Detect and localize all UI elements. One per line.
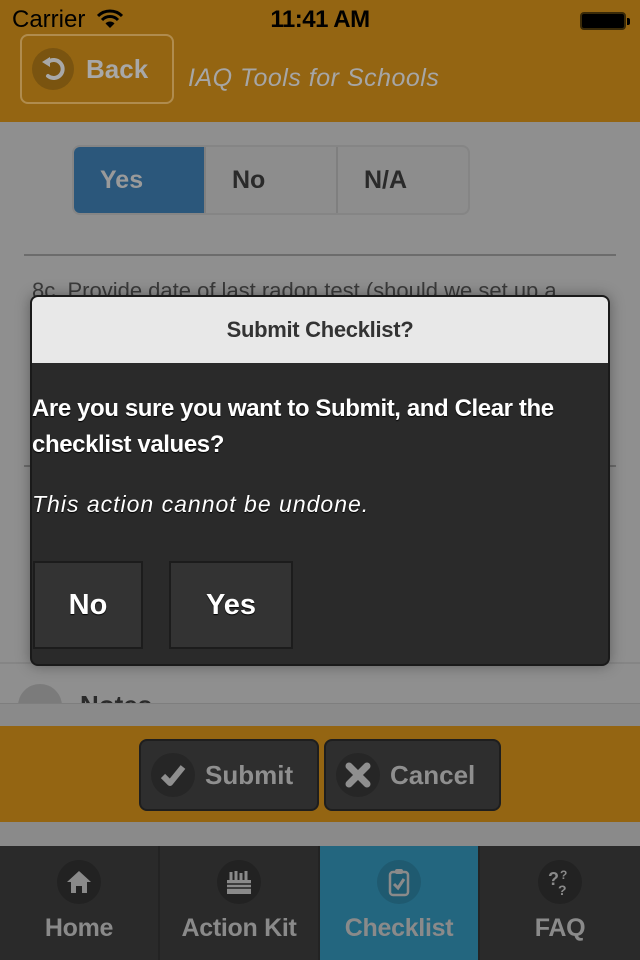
tab-action-kit[interactable]: Action Kit: [160, 846, 320, 960]
dialog-warning: This action cannot be undone.: [32, 491, 370, 517]
segment-yes[interactable]: Yes: [74, 147, 206, 213]
tab-label: Home: [44, 914, 114, 942]
app-title: IAQ Tools for Schools: [188, 64, 440, 92]
cancel-label: Cancel: [390, 759, 476, 790]
segment-no[interactable]: No: [206, 147, 338, 213]
submit-button[interactable]: Submit: [139, 739, 319, 811]
battery-icon: [580, 12, 630, 30]
spacer: [0, 822, 640, 846]
svg-text:?: ?: [558, 882, 567, 897]
toolbox-icon: [217, 860, 261, 904]
answer-segmented-control: Yes No N/A: [72, 145, 470, 215]
tab-label: FAQ: [534, 914, 586, 942]
content-footer-strip: [0, 703, 640, 728]
app-header: Back IAQ Tools for Schools: [0, 34, 640, 122]
action-bar: Submit Cancel: [0, 726, 640, 822]
dialog-yes-button[interactable]: Yes: [169, 561, 293, 649]
question-marks-icon: ???: [538, 860, 582, 904]
divider: [24, 254, 616, 256]
close-icon: [336, 753, 380, 797]
back-label: Back: [86, 53, 149, 84]
tab-home[interactable]: Home: [0, 846, 160, 960]
home-icon: [57, 860, 101, 904]
tab-faq[interactable]: ??? FAQ: [480, 846, 640, 960]
tab-label: Checklist: [344, 914, 454, 942]
cancel-button[interactable]: Cancel: [324, 739, 501, 811]
clipboard-check-icon: [377, 860, 421, 904]
back-button[interactable]: Back: [20, 34, 174, 104]
dialog-title: Submit Checklist?: [226, 317, 414, 342]
tab-bar: Home Action Kit Checklist ??? FAQ: [0, 846, 640, 960]
clock: 11:41 AM: [270, 6, 370, 33]
checkmark-icon: [151, 753, 195, 797]
undo-arrow-icon: [32, 48, 74, 90]
svg-text:?: ?: [560, 868, 567, 882]
question-text: 8c. Provide date of last radon test (sho…: [32, 278, 557, 297]
tab-label: Action Kit: [181, 914, 297, 942]
submit-label: Submit: [205, 759, 294, 790]
dialog-header: Submit Checklist?: [32, 297, 608, 363]
confirm-dialog: Submit Checklist? Are you sure you want …: [30, 295, 610, 666]
dialog-no-button[interactable]: No: [33, 561, 143, 649]
segment-na[interactable]: N/A: [338, 147, 468, 213]
tab-checklist[interactable]: Checklist: [320, 846, 480, 960]
dialog-message: Are you sure you want to Submit, and Cle…: [32, 395, 554, 458]
